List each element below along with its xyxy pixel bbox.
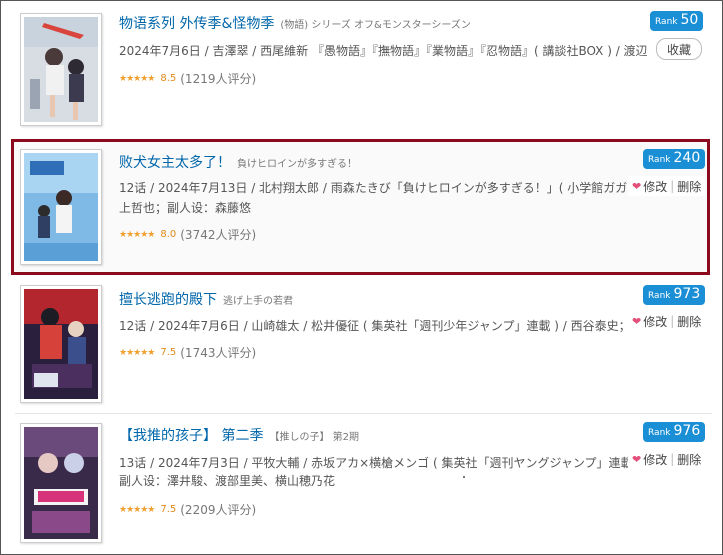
item-actions: ❤ 修改 | 删除 <box>628 449 706 469</box>
cover-image[interactable] <box>20 423 102 543</box>
collect-button[interactable]: 收藏 <box>656 38 703 60</box>
list-item: 物语系列 外传季&怪物季 (物語) シリーズ オフ&モンスターシーズン 2024… <box>1 1 714 135</box>
rank-label: Rank <box>648 291 671 301</box>
rank-number: 240 <box>673 150 701 166</box>
divider: | <box>670 452 675 466</box>
edit-button[interactable]: 修改 <box>643 178 667 195</box>
anime-cover-image <box>24 153 98 261</box>
anime-cover-image <box>24 289 98 399</box>
anime-title[interactable]: 败犬女主太多了！ <box>119 152 231 172</box>
rating-count: (3742人评分) <box>180 228 257 242</box>
heart-icon: ❤ <box>632 179 642 193</box>
divider: | <box>670 179 675 193</box>
edit-button[interactable]: 修改 <box>643 313 667 330</box>
score: 7.5 <box>160 347 177 358</box>
anime-info: 上哲也；副人设：森藤悠 <box>119 201 252 215</box>
anime-info: 副人设：澤井駿、渡部里美、横山穂乃花 <box>119 474 336 488</box>
list-item-highlighted: 败犬女主太多了！ 負けヒロインが多すぎる！ 12话 / 2024年7月13日 /… <box>11 139 710 275</box>
original-title: 逃げ上手の若君 <box>223 296 293 307</box>
rank-badge: Rank 240 <box>643 149 706 169</box>
rank-badge: Rank 50 <box>650 11 704 31</box>
rank-badge: Rank 976 <box>643 422 706 442</box>
rating-count: (2209人评分) <box>180 503 257 517</box>
item-actions: ❤ 修改 | 删除 <box>628 311 706 331</box>
original-title: (物語) シリーズ オフ&モンスターシーズン <box>280 20 471 31</box>
anime-ranking-list: 物语系列 外传季&怪物季 (物語) シリーズ オフ&モンスターシーズン 2024… <box>0 0 723 555</box>
rating-count: (1743人评分) <box>180 346 257 360</box>
delete-button[interactable]: 删除 <box>677 451 701 468</box>
star-rating-icon: ★★★★★ <box>119 73 155 84</box>
heart-icon: ❤ <box>632 314 642 328</box>
delete-button[interactable]: 删除 <box>677 178 701 195</box>
star-rating-icon: ★★★★★ <box>119 347 155 358</box>
score: 8.0 <box>160 229 177 240</box>
delete-button[interactable]: 删除 <box>677 313 701 330</box>
divider: | <box>670 314 675 328</box>
rating-count: (1219人评分) <box>180 72 257 86</box>
rank-number: 976 <box>673 423 701 439</box>
rating: ★★★★★ 7.5 (1743人评分) <box>119 344 256 361</box>
anime-info: 12话 / 2024年7月13日 / 北村翔太郎 / 雨森たきび「負けヒロインが… <box>119 181 630 195</box>
cover-image[interactable] <box>20 149 102 265</box>
anime-info: 13话 / 2024年7月3日 / 平牧大輔 / 赤坂アカ×横槍メンゴ ( 集英… <box>119 456 629 470</box>
anime-cover-image <box>24 17 98 122</box>
anime-title[interactable]: 物语系列 外传季&怪物季 <box>119 13 274 33</box>
score: 8.5 <box>160 73 177 84</box>
rank-number: 50 <box>680 12 699 28</box>
rank-badge: Rank 973 <box>643 285 706 305</box>
rank-number: 973 <box>673 286 701 302</box>
star-rating-icon: ★★★★★ <box>119 229 155 240</box>
rank-label: Rank <box>648 428 671 438</box>
heart-icon: ❤ <box>632 452 642 466</box>
score: 7.5 <box>160 504 177 515</box>
list-item: 【我推的孩子】 第二季 【推しの子】 第2期 13话 / 2024年7月3日 /… <box>1 414 714 554</box>
rating: ★★★★★ 8.5 (1219人评分) <box>119 70 256 87</box>
rank-label: Rank <box>648 155 671 165</box>
anime-title[interactable]: 【我推的孩子】 第二季 <box>119 425 263 445</box>
anime-info: 12话 / 2024年7月6日 / 山崎雄太 / 松井優征 ( 集英社「週刊少年… <box>119 319 629 333</box>
rating: ★★★★★ 8.0 (3742人评分) <box>119 226 256 243</box>
anime-info: 2024年7月6日 / 吉澤翠 / 西尾維新 『愚物語』『撫物語』『業物語』『忍… <box>119 44 648 58</box>
edit-button[interactable]: 修改 <box>643 451 667 468</box>
list-item: 擅长逃跑的殿下 逃げ上手の若君 12话 / 2024年7月6日 / 山崎雄太 /… <box>1 276 714 410</box>
anime-title[interactable]: 擅长逃跑的殿下 <box>119 289 217 309</box>
anime-cover-image <box>24 427 98 539</box>
star-rating-icon: ★★★★★ <box>119 504 155 515</box>
rank-label: Rank <box>655 17 678 27</box>
stray-dot <box>463 476 465 478</box>
original-title: 【推しの子】 第2期 <box>269 432 359 443</box>
cover-image[interactable] <box>20 13 102 126</box>
cover-image[interactable] <box>20 285 102 403</box>
item-actions: ❤ 修改 | 删除 <box>628 176 706 196</box>
original-title: 負けヒロインが多すぎる！ <box>237 159 357 170</box>
rating: ★★★★★ 7.5 (2209人评分) <box>119 501 256 518</box>
